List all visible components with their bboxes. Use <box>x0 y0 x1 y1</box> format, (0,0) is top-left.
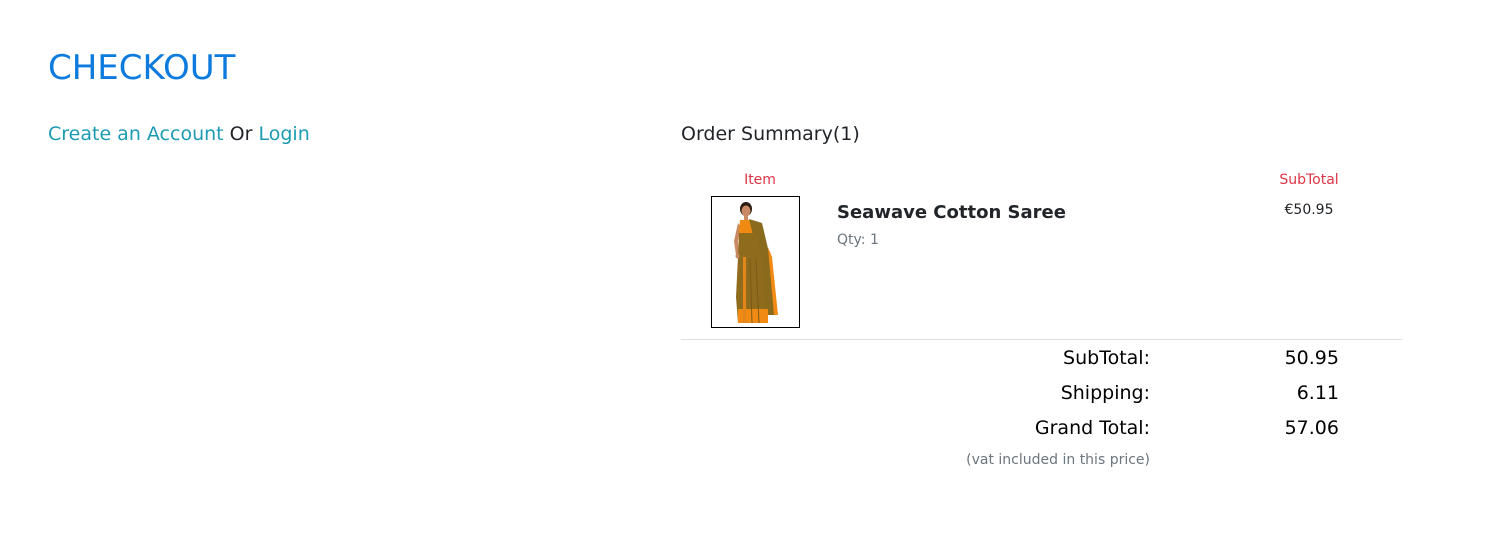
grand-total-value: 57.06 <box>1284 417 1339 439</box>
subtotal-label: SubTotal: <box>1063 347 1150 369</box>
subtotal-row: SubTotal: 50.95 <box>681 344 1403 374</box>
account-links: Create an Account Or Login <box>48 122 310 146</box>
saree-product-image <box>734 202 778 324</box>
login-link[interactable]: Login <box>259 123 310 145</box>
product-image[interactable] <box>711 196 800 328</box>
order-summary-heading: Order Summary(1) <box>681 123 860 145</box>
grand-total-row: Grand Total: 57.06 <box>681 414 1403 444</box>
create-account-link[interactable]: Create an Account <box>48 123 224 145</box>
grand-total-label: Grand Total: <box>1034 417 1150 439</box>
item-column-header: Item <box>744 172 776 188</box>
shipping-label: Shipping: <box>1060 382 1150 404</box>
vat-note: (vat included in this price) <box>966 452 1150 468</box>
shipping-value: 6.11 <box>1296 382 1339 404</box>
subtotal-column-header: SubTotal <box>1279 172 1339 188</box>
product-name[interactable]: Seawave Cotton Saree <box>837 201 1066 225</box>
product-quantity: Qty: 1 <box>837 232 879 248</box>
product-subtotal: €50.95 <box>1284 202 1334 218</box>
shipping-row: Shipping: 6.11 <box>681 379 1403 409</box>
page-title: CHECKOUT <box>48 48 236 88</box>
or-text: Or <box>229 123 253 145</box>
order-summary: Order Summary(1) Item SubTotal Seawave C… <box>681 120 1403 468</box>
summary-divider <box>681 339 1403 340</box>
subtotal-value: 50.95 <box>1284 347 1339 369</box>
